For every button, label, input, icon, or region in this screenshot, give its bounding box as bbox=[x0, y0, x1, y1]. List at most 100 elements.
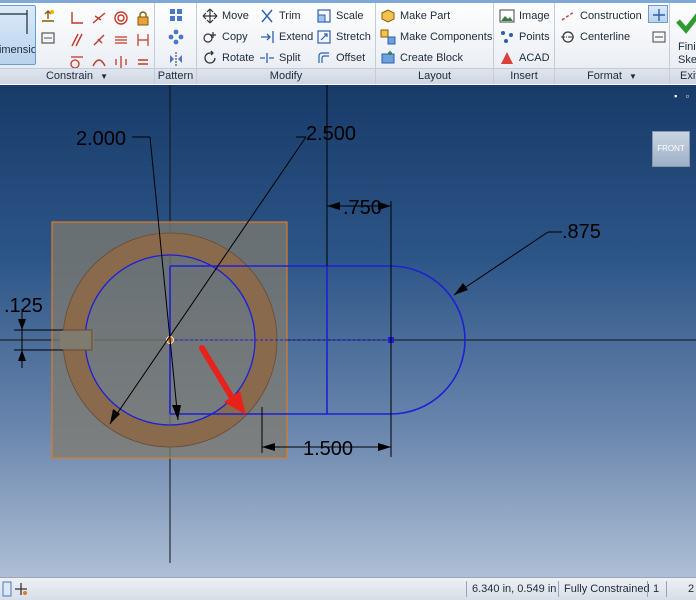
collinear-constraint-icon bbox=[92, 12, 106, 24]
horizontal-constraint-button[interactable] bbox=[110, 30, 130, 48]
concentric-constraint-button[interactable] bbox=[110, 8, 130, 26]
viewcube[interactable]: FRONT bbox=[652, 131, 690, 167]
format-panel-title: Format bbox=[587, 70, 622, 82]
offset-label: Offset bbox=[336, 51, 366, 64]
trim-icon bbox=[261, 9, 273, 22]
dim-2000-text[interactable]: 2.000 bbox=[76, 128, 126, 150]
scale-icon bbox=[317, 8, 331, 23]
make-part-icon bbox=[381, 8, 395, 23]
constraint-status: Fully Constrained bbox=[564, 583, 650, 595]
construction-button[interactable]: Construction bbox=[560, 6, 642, 25]
driven-dimension-button[interactable] bbox=[648, 27, 668, 45]
pattern-panel-footer: Pattern bbox=[155, 68, 196, 84]
finish-sketch-label: Finish Sketch bbox=[678, 41, 696, 66]
status-separator bbox=[558, 581, 559, 597]
centerline-button[interactable]: Centerline bbox=[560, 27, 630, 46]
split-icon bbox=[260, 52, 274, 63]
pan-button[interactable] bbox=[14, 578, 28, 600]
acad-button[interactable]: ACAD bbox=[499, 48, 550, 67]
mirror-button[interactable] bbox=[165, 49, 185, 67]
help-button[interactable] bbox=[2, 578, 14, 600]
coincident-constraint-button[interactable] bbox=[66, 8, 86, 26]
window-controls[interactable]: ▪ ▫ bbox=[674, 91, 692, 101]
center-point-button[interactable] bbox=[648, 5, 668, 23]
mirror-icon bbox=[170, 52, 182, 66]
scale-button[interactable]: Scale bbox=[316, 6, 364, 25]
status-count-2: 2 bbox=[688, 583, 695, 595]
sketch-drawing[interactable]: 2.000 2.500 .750 .875 .125 1.500 bbox=[0, 85, 696, 577]
copy-button[interactable]: Copy bbox=[202, 27, 248, 46]
show-constraints-button[interactable] bbox=[37, 28, 57, 46]
dim-1500-text[interactable]: 1.500 bbox=[303, 438, 353, 460]
help-icon bbox=[2, 581, 12, 597]
layout-panel-title: Layout bbox=[417, 70, 452, 82]
finish-sketch-button[interactable]: Finish Sketch bbox=[672, 5, 696, 67]
exit-panel-title: Exit bbox=[680, 70, 696, 82]
dim-125-arrow-bottom bbox=[18, 350, 26, 361]
stretch-label: Stretch bbox=[336, 30, 371, 43]
auto-dimension-icon bbox=[42, 10, 54, 22]
image-button[interactable]: Image bbox=[499, 6, 550, 25]
dim-750-text[interactable]: .750 bbox=[343, 197, 382, 219]
stretch-button[interactable]: Stretch bbox=[316, 27, 371, 46]
dimension-button[interactable]: Dimension bbox=[0, 5, 36, 65]
dim-1500-arrow-right bbox=[378, 443, 391, 451]
insert-panel-title: Insert bbox=[510, 70, 538, 82]
viewcube-front-label: FRONT bbox=[657, 144, 685, 153]
dim-875-text[interactable]: .875 bbox=[562, 221, 601, 243]
sketch-canvas[interactable]: 2.000 2.500 .750 .875 .125 1.500 FRONT ▪… bbox=[0, 85, 696, 577]
circular-pattern-button[interactable] bbox=[165, 27, 185, 45]
offset-button[interactable]: Offset bbox=[316, 48, 365, 67]
auto-dimension-button[interactable] bbox=[37, 6, 57, 24]
make-part-button[interactable]: Make Part bbox=[380, 6, 450, 25]
extend-button[interactable]: Extend bbox=[259, 27, 313, 46]
restore-window-icon: ▪ ▫ bbox=[674, 91, 692, 101]
rectangular-pattern-button[interactable] bbox=[165, 5, 185, 23]
constraint-settings-icon bbox=[41, 32, 55, 44]
make-components-button[interactable]: Make Components bbox=[380, 27, 492, 46]
ribbon: Dimension Constrain ▼ Pattern bbox=[0, 0, 696, 84]
lock-icon bbox=[137, 11, 149, 26]
split-button[interactable]: Split bbox=[259, 48, 300, 67]
vertical-constraint-button[interactable] bbox=[132, 30, 152, 48]
make-components-label: Make Components bbox=[400, 30, 493, 43]
parallel-constraint-button[interactable] bbox=[66, 30, 86, 48]
collinear-constraint-button[interactable] bbox=[88, 8, 108, 26]
centerline-icon bbox=[561, 30, 575, 43]
layout-panel: Make Part Make Components Create Block L… bbox=[376, 3, 494, 84]
dim-125-text[interactable]: .125 bbox=[4, 295, 43, 317]
pattern-panel: Pattern bbox=[155, 3, 197, 84]
move-label: Move bbox=[222, 9, 249, 22]
image-label: Image bbox=[519, 9, 550, 22]
constrain-panel-title: Constrain bbox=[45, 70, 94, 82]
coincident-constraint-icon bbox=[71, 12, 83, 24]
modify-panel: Move Trim Scale Copy Extend Stretch Rota… bbox=[197, 3, 376, 84]
construction-label: Construction bbox=[580, 9, 642, 22]
create-block-button[interactable]: Create Block bbox=[380, 48, 463, 67]
copy-icon bbox=[203, 31, 216, 43]
construction-icon bbox=[561, 10, 575, 21]
constrain-panel-footer[interactable]: Constrain ▼ bbox=[0, 68, 154, 84]
create-block-label: Create Block bbox=[400, 51, 463, 64]
insert-panel: Image Points ACAD Insert bbox=[494, 3, 555, 84]
acad-icon bbox=[501, 51, 513, 64]
move-button[interactable]: Move bbox=[202, 6, 249, 25]
rotate-label: Rotate bbox=[222, 51, 255, 64]
fix-constraint-button[interactable] bbox=[132, 8, 152, 26]
move-icon bbox=[202, 8, 218, 23]
horizontal-constraint-icon bbox=[115, 36, 127, 44]
exit-panel-footer: Exit bbox=[670, 68, 696, 84]
rotate-icon bbox=[204, 50, 216, 64]
acad-label: ACAD bbox=[519, 51, 550, 64]
driven-dimension-icon bbox=[652, 31, 666, 43]
points-icon bbox=[501, 30, 513, 43]
dim-2500-text[interactable]: 2.500 bbox=[306, 123, 356, 145]
make-part-label: Make Part bbox=[400, 9, 451, 22]
status-separator bbox=[466, 581, 467, 597]
trim-button[interactable]: Trim bbox=[259, 6, 301, 25]
points-button[interactable]: Points bbox=[499, 27, 550, 46]
extend-label: Extend bbox=[279, 30, 314, 43]
rotate-button[interactable]: Rotate bbox=[202, 48, 254, 67]
perpendicular-constraint-button[interactable] bbox=[88, 30, 108, 48]
format-panel-footer[interactable]: Format ▼ bbox=[555, 68, 669, 84]
